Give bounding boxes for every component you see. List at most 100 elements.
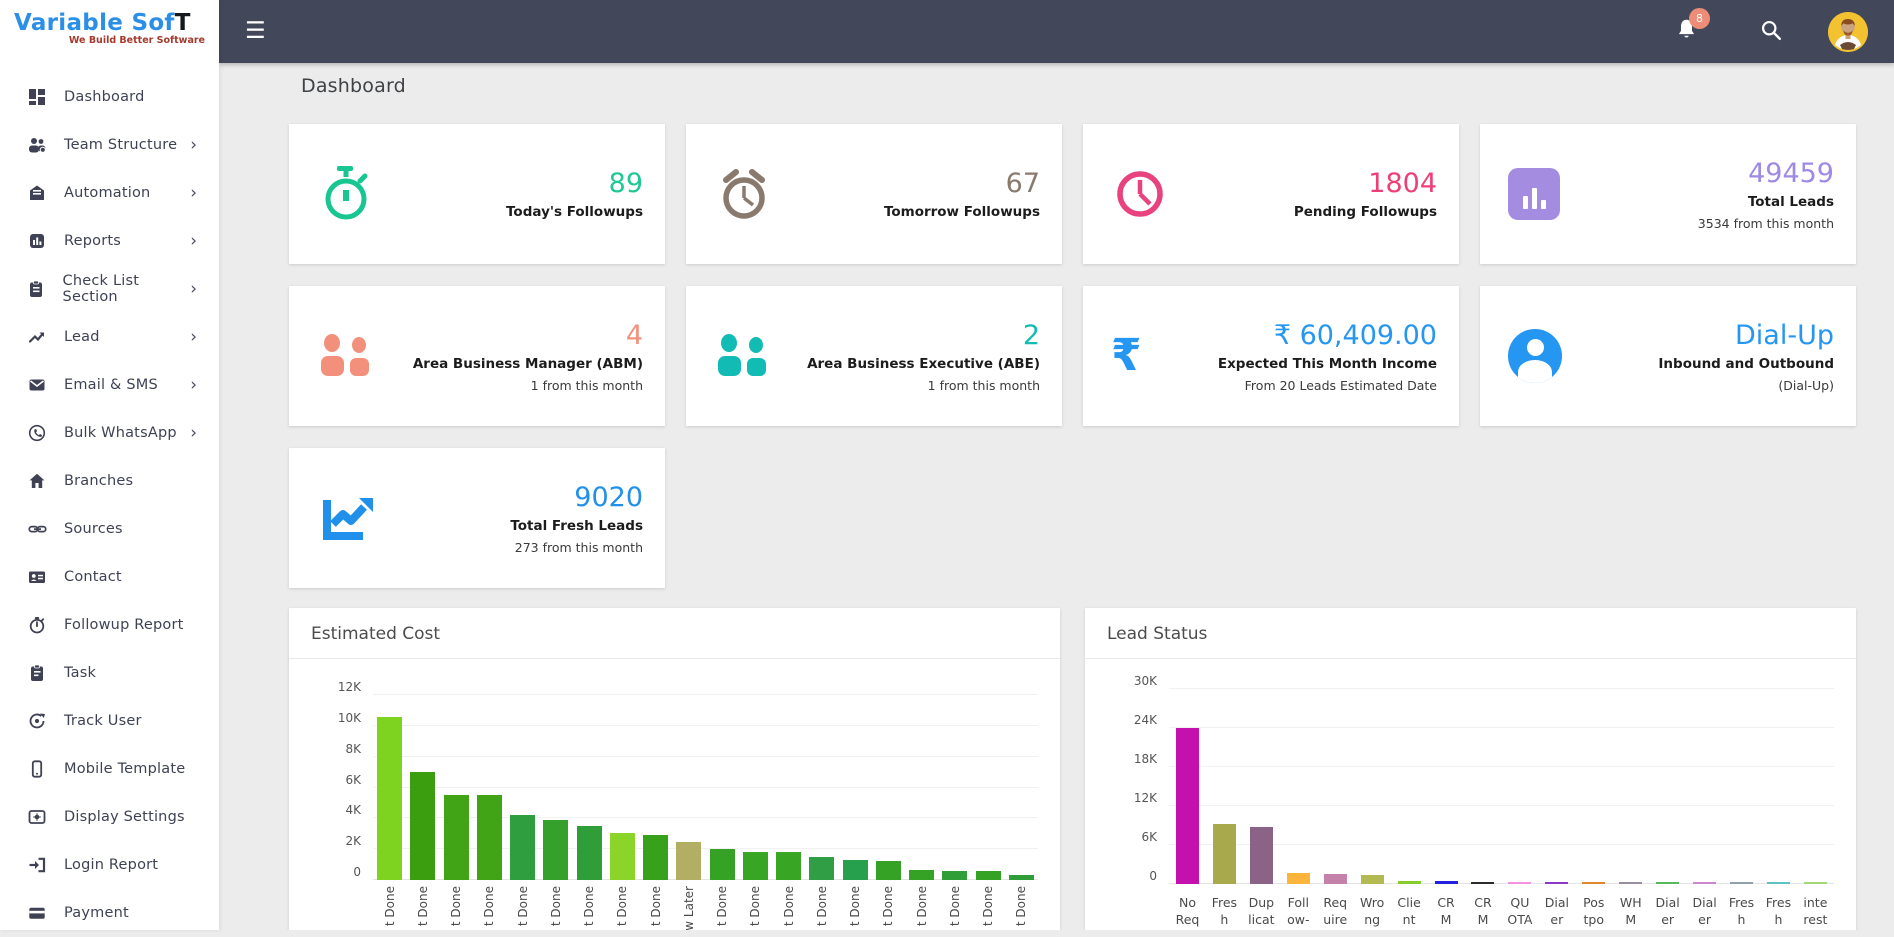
sidebar-item-display-settings[interactable]: Display Settings (0, 793, 219, 841)
stat-label: Area Business Executive (ABE) (784, 356, 1040, 372)
bar[interactable] (942, 871, 967, 880)
chevron-right-icon: › (190, 279, 197, 299)
hamburger-menu-icon[interactable]: ☰ (245, 20, 266, 43)
sidebar-item-label: Check List Section (63, 273, 191, 305)
sidebar-item-login-report[interactable]: Login Report (0, 841, 219, 889)
stat-card-expected-this-month-income[interactable]: ₹ ₹ 60,409.00 Expected This Month Income… (1083, 286, 1459, 426)
sidebar-item-branches[interactable]: Branches (0, 457, 219, 505)
stat-label: Total Leads (1578, 194, 1834, 210)
x-axis-label: t Done (615, 886, 629, 926)
sidebar-item-bulk-whatsapp[interactable]: Bulk WhatsApp › (0, 409, 219, 457)
bar[interactable] (1545, 882, 1568, 884)
bar[interactable] (1287, 873, 1310, 884)
bar[interactable] (577, 826, 602, 880)
bar[interactable] (1435, 881, 1458, 884)
stat-card-tomorrow-followups[interactable]: 67 Tomorrow Followups (686, 124, 1062, 264)
sidebar-item-lead[interactable]: Lead › (0, 313, 219, 361)
bar[interactable] (909, 870, 934, 880)
x-axis-label: Dialer (1692, 894, 1716, 928)
bar[interactable] (1250, 827, 1273, 884)
bar[interactable] (843, 860, 868, 880)
bar[interactable] (1508, 882, 1531, 884)
sidebar-item-dashboard[interactable]: Dashboard (0, 73, 219, 121)
x-axis-label: Duplicat (1248, 894, 1274, 928)
bar[interactable] (743, 852, 768, 880)
stat-label: Pending Followups (1181, 204, 1437, 220)
sidebar-item-label: Dashboard (64, 89, 144, 105)
bar[interactable] (444, 795, 469, 880)
bar[interactable] (776, 852, 801, 880)
x-axis-label: interest (1803, 894, 1827, 928)
app-logo[interactable]: Variable SofT We Build Better Software (0, 0, 219, 63)
sidebar-item-reports[interactable]: Reports › (0, 217, 219, 265)
y-axis-tick-label: 4K (345, 803, 361, 817)
task-icon (26, 664, 48, 682)
stat-value: 2 (784, 320, 1040, 352)
x-axis-label: t Done (881, 886, 895, 926)
bar[interactable] (510, 815, 535, 880)
login-report-icon (26, 856, 48, 874)
y-axis-tick-label: 24K (1134, 713, 1157, 727)
bar[interactable] (1693, 882, 1716, 884)
sidebar-item-label: Contact (64, 569, 122, 585)
bar[interactable] (1361, 875, 1384, 884)
user-avatar[interactable] (1828, 12, 1868, 52)
bar[interactable] (976, 871, 1001, 880)
bar[interactable] (1619, 882, 1642, 884)
stat-card-today-s-followups[interactable]: 89 Today's Followups (289, 124, 665, 264)
sidebar-item-label: Reports (64, 233, 121, 249)
sidebar-item-contact[interactable]: Contact (0, 553, 219, 601)
x-axis-label: t Done (383, 886, 397, 926)
stat-card-pending-followups[interactable]: 1804 Pending Followups (1083, 124, 1459, 264)
sidebar-item-check-list-section[interactable]: Check List Section › (0, 265, 219, 313)
bar[interactable] (809, 857, 834, 880)
x-axis-label: Fresh (1766, 894, 1791, 928)
bar[interactable] (1656, 882, 1679, 884)
notifications-button[interactable]: 8 (1675, 18, 1698, 45)
x-axis-label: t Done (582, 886, 596, 926)
bar[interactable] (1730, 882, 1753, 884)
sidebar-item-label: Track User (64, 713, 142, 729)
chevron-right-icon: › (190, 231, 197, 251)
bar[interactable] (377, 717, 402, 880)
stat-value: 1804 (1181, 168, 1437, 200)
bar[interactable] (477, 795, 502, 880)
bar[interactable] (876, 861, 901, 880)
bar[interactable] (1398, 881, 1421, 884)
main-content: Dashboard 89 Today's Followups 67 Tomorr… (219, 63, 1894, 930)
chart-plot-area: 06K12K18K24K30K (1169, 689, 1834, 884)
bar[interactable] (643, 835, 668, 880)
bar[interactable] (610, 833, 635, 880)
sidebar-item-followup-report[interactable]: Followup Report (0, 601, 219, 649)
bar[interactable] (710, 849, 735, 880)
bar[interactable] (1176, 728, 1199, 884)
stat-card-area-business-executive-abe[interactable]: 2 Area Business Executive (ABE) 1 from t… (686, 286, 1062, 426)
bar[interactable] (1471, 882, 1494, 884)
stat-label: Tomorrow Followups (784, 204, 1040, 220)
bar[interactable] (1804, 882, 1827, 884)
bar[interactable] (1009, 875, 1034, 880)
automation-icon (26, 184, 48, 202)
bulk-whatsapp-icon (26, 424, 48, 442)
sidebar-item-email-sms[interactable]: Email & SMS › (0, 361, 219, 409)
stat-card-inbound-and-outbound[interactable]: Dial-Up Inbound and Outbound (Dial-Up) (1480, 286, 1856, 426)
bar[interactable] (410, 772, 435, 880)
stat-card-area-business-manager-abm[interactable]: 4 Area Business Manager (ABM) 1 from thi… (289, 286, 665, 426)
bar[interactable] (676, 842, 701, 880)
sidebar-item-automation[interactable]: Automation › (0, 169, 219, 217)
sidebar-item-task[interactable]: Task (0, 649, 219, 697)
lead-icon (26, 328, 48, 346)
bar[interactable] (1213, 824, 1236, 884)
bar[interactable] (1582, 882, 1605, 884)
search-button[interactable] (1760, 19, 1782, 45)
bar[interactable] (1767, 882, 1790, 884)
bar[interactable] (1324, 874, 1347, 884)
sidebar-item-team-structure[interactable]: Team Structure › (0, 121, 219, 169)
sidebar-item-track-user[interactable]: Track User (0, 697, 219, 745)
bar[interactable] (543, 820, 568, 880)
sidebar-item-mobile-template[interactable]: Mobile Template (0, 745, 219, 793)
sidebar-item-sources[interactable]: Sources (0, 505, 219, 553)
stat-card-total-leads[interactable]: 49459 Total Leads 3534 from this month (1480, 124, 1856, 264)
sidebar-item-label: Login Report (64, 857, 158, 873)
stat-card-total-fresh-leads[interactable]: 9020 Total Fresh Leads 273 from this mon… (289, 448, 665, 588)
